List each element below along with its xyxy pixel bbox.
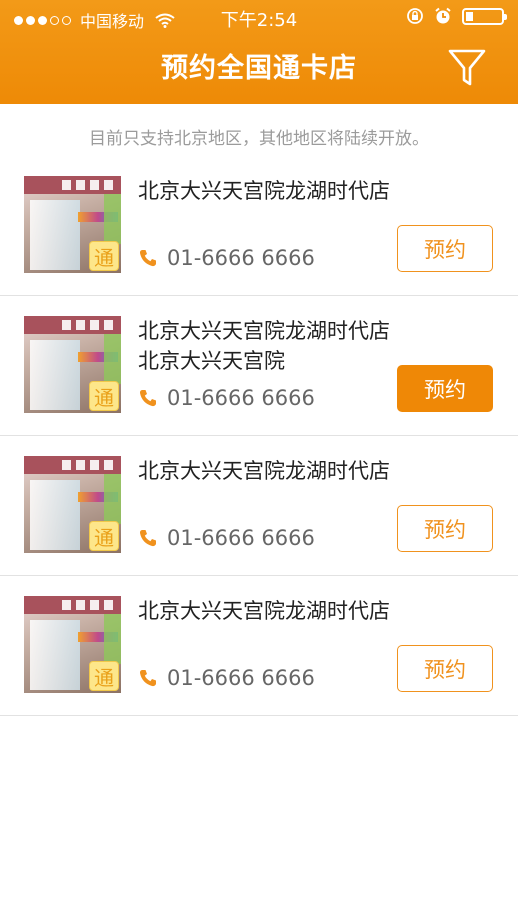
status-right-icons — [406, 7, 507, 25]
store-name: 北京大兴天宫院龙湖时代店 北京大兴天宫院 — [138, 319, 390, 373]
store-list-item[interactable]: 通 北京大兴天宫院龙湖时代店 01-6666 6666 预约 — [0, 436, 518, 576]
filter-icon[interactable] — [446, 46, 488, 88]
store-phone: 01-6666 6666 — [167, 246, 315, 270]
reserve-button[interactable]: 预约 — [397, 225, 493, 272]
store-thumbnail: 通 — [24, 176, 121, 273]
phone-icon — [139, 530, 156, 547]
status-bar: 中国移动 下午2:54 — [0, 0, 518, 34]
store-name: 北京大兴天宫院龙湖时代店 — [138, 599, 390, 623]
reserve-button[interactable]: 预约 — [397, 645, 493, 692]
store-phone: 01-6666 6666 — [167, 386, 315, 410]
store-list-item[interactable]: 通 北京大兴天宫院龙湖时代店 01-6666 6666 预约 — [0, 156, 518, 296]
phone-icon — [139, 670, 156, 687]
store-phone: 01-6666 6666 — [167, 666, 315, 690]
store-phone-row[interactable]: 01-6666 6666 — [138, 386, 315, 410]
store-thumbnail: 通 — [24, 596, 121, 693]
store-thumbnail: 通 — [24, 456, 121, 553]
orientation-lock-icon — [407, 8, 423, 24]
store-phone: 01-6666 6666 — [167, 526, 315, 550]
store-list-item[interactable]: 通 北京大兴天宫院龙湖时代店 北京大兴天宫院 01-6666 6666 预约 — [0, 296, 518, 436]
store-phone-row[interactable]: 01-6666 6666 — [138, 246, 315, 270]
store-phone-row[interactable]: 01-6666 6666 — [138, 666, 315, 690]
tong-badge: 通 — [89, 521, 119, 551]
store-list-item[interactable]: 通 北京大兴天宫院龙湖时代店 01-6666 6666 预约 — [0, 576, 518, 716]
battery-icon — [462, 7, 507, 25]
store-thumbnail: 通 — [24, 316, 121, 413]
store-list: 通 北京大兴天宫院龙湖时代店 01-6666 6666 预约 通 北京大兴天宫院… — [0, 156, 518, 716]
reserve-button[interactable]: 预约 — [397, 505, 493, 552]
phone-icon — [139, 390, 156, 407]
store-name: 北京大兴天宫院龙湖时代店 — [138, 459, 390, 483]
phone-icon — [139, 250, 156, 267]
tong-badge: 通 — [89, 661, 119, 691]
tong-badge: 通 — [89, 241, 119, 271]
alarm-icon — [435, 7, 451, 24]
store-name: 北京大兴天宫院龙湖时代店 — [138, 179, 390, 203]
app-header: 中国移动 下午2:54 预约全国通卡店 — [0, 0, 518, 104]
store-phone-row[interactable]: 01-6666 6666 — [138, 526, 315, 550]
tong-badge: 通 — [89, 381, 119, 411]
page-title: 预约全国通卡店 — [161, 53, 357, 84]
reserve-button[interactable]: 预约 — [397, 365, 493, 412]
region-notice: 目前只支持北京地区，其他地区将陆续开放。 — [89, 129, 429, 149]
